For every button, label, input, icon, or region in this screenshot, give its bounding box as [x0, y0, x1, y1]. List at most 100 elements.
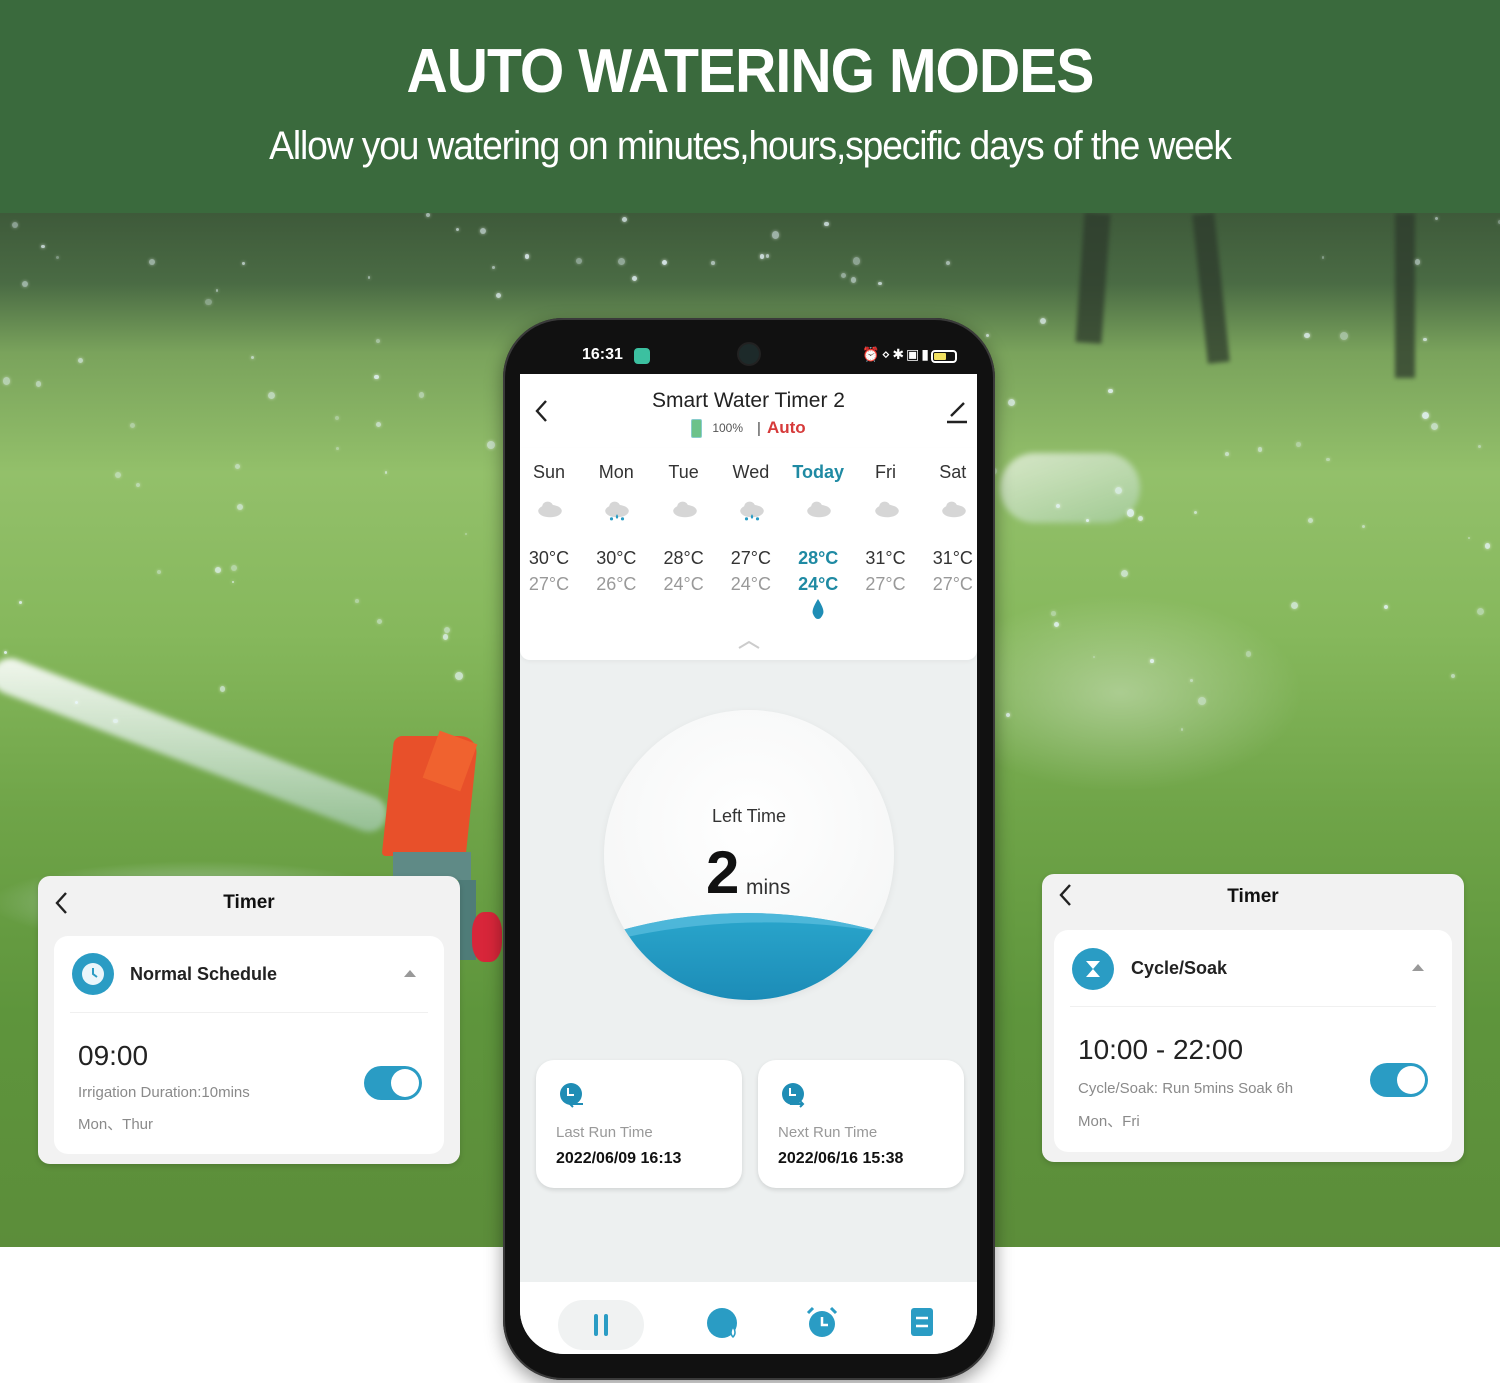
water-droplet [1484, 543, 1491, 549]
weather-high: 31°C [932, 548, 973, 568]
water-droplet [1054, 622, 1060, 628]
water-droplet [1055, 503, 1060, 508]
water-droplet [204, 298, 212, 306]
weather-low: 26°C [596, 574, 637, 594]
schedule-toggle[interactable] [1370, 1063, 1428, 1097]
collapse-chevron-icon[interactable] [737, 638, 761, 650]
water-droplet [36, 381, 42, 387]
weather-day-name: Today [792, 462, 845, 482]
schedule-toggle[interactable] [364, 1066, 422, 1100]
water-droplet [765, 253, 770, 258]
water-droplet [149, 258, 155, 265]
water-droplet [335, 447, 339, 450]
water-droplet [1193, 510, 1197, 514]
cloud-icon [874, 501, 899, 518]
next-run-card: Next Run Time 2022/06/16 15:38 [758, 1060, 964, 1188]
app-header: Smart Water Timer 2 100% | Auto [520, 374, 977, 448]
weather-day-name: Sat [939, 462, 967, 482]
tree-trunk [1192, 213, 1230, 364]
tree-trunk [1075, 213, 1111, 344]
mode-badge: Auto [766, 418, 806, 437]
cycle-soak-detail: Cycle/Soak: Run 5mins Soak 6h [1078, 1080, 1294, 1097]
water-droplet [1326, 457, 1330, 462]
water-droplet [1467, 536, 1470, 539]
water-droplet [1450, 673, 1456, 679]
water-droplet [841, 273, 847, 278]
water-droplet [11, 222, 18, 229]
product-image: AUTO WATERING MODES Allow you watering o… [0, 0, 1500, 1383]
water-droplet [1421, 411, 1430, 420]
water-droplet [711, 261, 715, 265]
bottom-tab-bar [520, 1282, 977, 1354]
water-droplet [19, 601, 22, 604]
water-droplet [986, 334, 990, 338]
weather-high: 30°C [528, 548, 570, 568]
water-droplet [1430, 422, 1438, 430]
weather-high: 27°C [730, 548, 771, 568]
water-droplet [135, 483, 140, 488]
water-droplet [56, 255, 60, 259]
last-run-label: Last Run Time [556, 1124, 653, 1141]
tab-timer[interactable] [802, 1302, 842, 1342]
tab-log[interactable] [902, 1302, 942, 1342]
collapse-caret-icon[interactable] [1412, 964, 1424, 971]
divider [1070, 1006, 1436, 1007]
water-droplet [375, 339, 381, 344]
water-droplet [771, 231, 780, 240]
water-droplet [759, 253, 765, 259]
status-icons: ⏰⋄✱▣▮ [862, 346, 931, 363]
tree-trunk [1395, 213, 1415, 378]
water-droplet [1478, 444, 1482, 448]
timer-card-normal-schedule: Timer Normal Schedule 09:00 Irrigation D… [38, 876, 460, 1164]
weather-day-name: Tue [668, 462, 699, 482]
water-droplet [215, 567, 221, 573]
water-droplet [385, 471, 388, 474]
hd-icon: ▣ [906, 346, 922, 362]
water-droplet [1246, 651, 1252, 657]
separator: | [757, 419, 761, 437]
water-droplet [878, 281, 882, 286]
weather-low: 24°C [663, 574, 704, 594]
mode-label: Normal Schedule [130, 964, 278, 984]
cloud-icon [672, 501, 697, 518]
last-run-icon [560, 1083, 583, 1108]
hose-connector [472, 912, 502, 962]
device-status: 100% | Auto [520, 418, 977, 438]
water-droplet [1120, 570, 1128, 578]
left-time-label: Left Time [711, 806, 787, 826]
water-droplet [1039, 317, 1047, 325]
tab-watering[interactable] [704, 1304, 744, 1344]
status-time: 16:31 [582, 346, 623, 363]
weather-low: 24°C [730, 574, 771, 594]
5g-signal-icon: ▮ [921, 346, 931, 362]
water-droplet [1476, 608, 1484, 616]
alarm-clock-icon [806, 1306, 838, 1337]
bluetooth-icon: ✱ [892, 346, 907, 362]
water-droplet [464, 533, 467, 536]
water-droplet [443, 634, 449, 640]
toggle-knob [391, 1069, 419, 1097]
left-time-unit: mins [746, 876, 791, 899]
water-droplet [1361, 524, 1366, 529]
battery-icon [931, 350, 957, 363]
timer-title: Timer [1227, 886, 1279, 907]
device-title: Smart Water Timer 2 [652, 389, 845, 412]
water-droplet [2, 377, 11, 385]
weather-low: 27°C [528, 574, 570, 594]
left-time-dial: Left Time 2 mins [604, 710, 894, 1000]
water-droplet [525, 254, 530, 259]
water-droplet [375, 422, 381, 427]
weather-low: 27°C [865, 574, 906, 594]
water-droplet [1225, 452, 1230, 457]
edit-pencil-icon[interactable] [945, 398, 969, 424]
tab-pause[interactable] [558, 1300, 644, 1350]
weather-day-name: Mon [598, 462, 634, 482]
pause-icon [594, 1314, 608, 1336]
water-droplet [1414, 259, 1420, 265]
app-notification-icon [634, 348, 650, 364]
collapse-caret-icon[interactable] [404, 970, 416, 977]
water-droplet [1085, 518, 1089, 522]
water-droplet [236, 504, 243, 511]
battery-percent: 100% [712, 421, 744, 435]
banner-title: AUTO WATERING MODES [406, 37, 1094, 106]
